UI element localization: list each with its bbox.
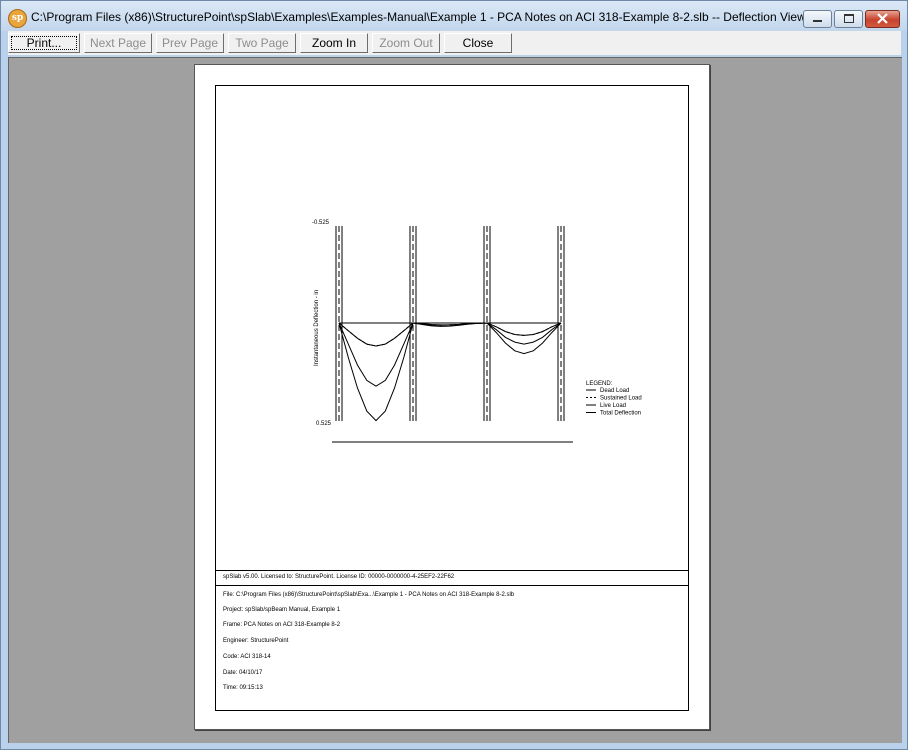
y-tick-label: 0.525 [316, 421, 332, 427]
legend-entry: Live Load [600, 403, 626, 409]
series-live-load [338, 322, 562, 387]
deflection-chart: -0.525 0.525 Instantaneous Deflection - in… [312, 220, 642, 443]
legend-entry: Sustained Load [600, 396, 642, 402]
series-total-deflection [338, 322, 562, 422]
y-axis-label: Instantaneous Deflection - in [314, 290, 320, 366]
legend-entry: Total Deflection [600, 411, 641, 417]
y-tick-label: -0.525 [312, 220, 330, 226]
legend-title: LEGEND: [586, 381, 613, 387]
legend-entry: Dead Load [600, 388, 629, 394]
